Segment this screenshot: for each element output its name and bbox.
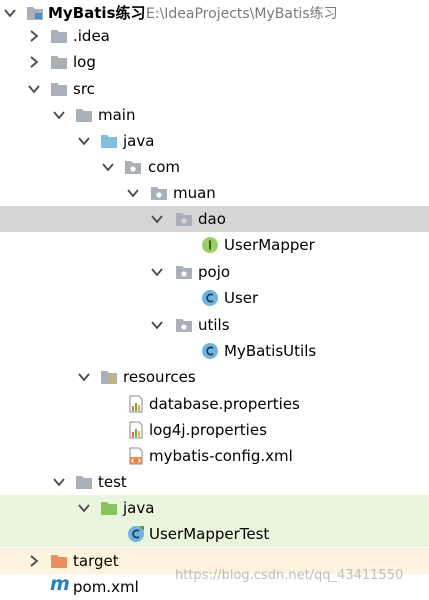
tree-row-log4j-properties[interactable]: log4j.properties — [0, 417, 429, 443]
tree-label-com: com — [148, 158, 181, 176]
tree-label-user-mapper-test: UserMapperTest — [149, 525, 270, 543]
chevron-right-icon[interactable] — [27, 55, 41, 69]
chevron-down-icon[interactable] — [52, 108, 66, 122]
tree-label-target: target — [73, 552, 119, 570]
test-class-icon — [127, 525, 145, 543]
tree-label-test: test — [98, 473, 127, 491]
chevron-down-icon[interactable] — [27, 82, 41, 96]
tree-label-muan: muan — [173, 184, 216, 202]
tree-row-src[interactable]: src — [0, 76, 429, 102]
tree-row-mybatis-config[interactable]: mybatis-config.xml — [0, 443, 429, 469]
package-icon — [150, 184, 168, 202]
tree-label-mybatis-config: mybatis-config.xml — [149, 447, 293, 465]
package-icon — [175, 263, 193, 281]
tree-row-user-mapper-test[interactable]: UserMapperTest — [0, 521, 429, 547]
package-icon — [175, 316, 193, 334]
chevron-right-icon[interactable] — [27, 29, 41, 43]
tree-row-dao[interactable]: dao — [0, 206, 429, 232]
package-icon — [124, 158, 142, 176]
tree-label-log: log — [73, 53, 96, 71]
tree-label-user: User — [224, 289, 259, 307]
chevron-down-icon[interactable] — [150, 212, 164, 226]
chevron-down-icon[interactable] — [77, 134, 91, 148]
chevron-down-icon[interactable] — [52, 475, 66, 489]
folder-icon — [50, 80, 68, 98]
tree-row-pojo[interactable]: pojo — [0, 259, 429, 285]
xml-file-icon — [127, 447, 145, 465]
watermark: https://blog.csdn.net/qq_43411550 — [175, 568, 404, 583]
tree-label-main-java: java — [123, 132, 155, 150]
tree-label-idea: .idea — [73, 27, 110, 45]
class-icon — [201, 342, 219, 360]
chevron-down-icon[interactable] — [3, 6, 17, 20]
chevron-down-icon[interactable] — [101, 160, 115, 174]
tree-label-main: main — [98, 106, 136, 124]
tree-label-resources: resources — [123, 368, 196, 386]
folder-icon — [75, 473, 93, 491]
properties-file-icon — [127, 395, 145, 413]
folder-icon — [26, 4, 44, 22]
tree-row-mybatis-utils[interactable]: MyBatisUtils — [0, 338, 429, 364]
project-name: MyBatis练习 — [48, 4, 146, 22]
source-folder-icon — [100, 132, 118, 150]
tree-label-src: src — [73, 80, 95, 98]
tree-row-main-java[interactable]: java — [0, 128, 429, 154]
tree-label-database-properties: database.properties — [149, 395, 300, 413]
folder-icon — [75, 106, 93, 124]
tree-row-main[interactable]: main — [0, 102, 429, 128]
test-source-folder-icon — [100, 499, 118, 517]
project-path: E:\IdeaProjects\MyBatis练习 — [146, 6, 338, 22]
tree-row-user[interactable]: User — [0, 285, 429, 311]
tree-label-user-mapper: UserMapper — [224, 236, 315, 254]
folder-icon — [50, 552, 68, 570]
tree-row-test[interactable]: test — [0, 469, 429, 495]
tree-row-utils[interactable]: utils — [0, 312, 429, 338]
properties-file-icon — [127, 421, 145, 439]
maven-icon: m — [50, 573, 70, 595]
chevron-down-icon[interactable] — [77, 370, 91, 384]
tree-label-dao: dao — [198, 210, 226, 228]
chevron-right-icon[interactable] — [27, 554, 41, 568]
tree-row-log[interactable]: log — [0, 49, 429, 75]
tree-label-mybatis-utils: MyBatisUtils — [224, 342, 317, 360]
folder-icon — [50, 27, 68, 45]
tree-row-resources[interactable]: resources — [0, 364, 429, 390]
package-icon — [175, 210, 193, 228]
tree-row-test-java[interactable]: java — [0, 495, 429, 521]
tree-row-muan[interactable]: muan — [0, 180, 429, 206]
chevron-down-icon[interactable] — [150, 265, 164, 279]
tree-row-com[interactable]: com — [0, 154, 429, 180]
tree-row-idea[interactable]: .idea — [0, 23, 429, 49]
tree-label-utils: utils — [198, 316, 230, 334]
folder-icon — [50, 53, 68, 71]
tree-row-user-mapper[interactable]: UserMapper — [0, 232, 429, 258]
tree-label-pom: pom.xml — [73, 578, 139, 596]
tree-label-log4j-properties: log4j.properties — [149, 421, 267, 439]
tree-label-test-java: java — [123, 499, 155, 517]
interface-icon — [201, 236, 219, 254]
class-icon — [201, 289, 219, 307]
tree-label-pojo: pojo — [198, 263, 231, 281]
chevron-down-icon[interactable] — [150, 318, 164, 332]
chevron-down-icon[interactable] — [126, 186, 140, 200]
resources-folder-icon — [100, 368, 118, 386]
chevron-down-icon[interactable] — [77, 501, 91, 515]
tree-row-database-properties[interactable]: database.properties — [0, 391, 429, 417]
